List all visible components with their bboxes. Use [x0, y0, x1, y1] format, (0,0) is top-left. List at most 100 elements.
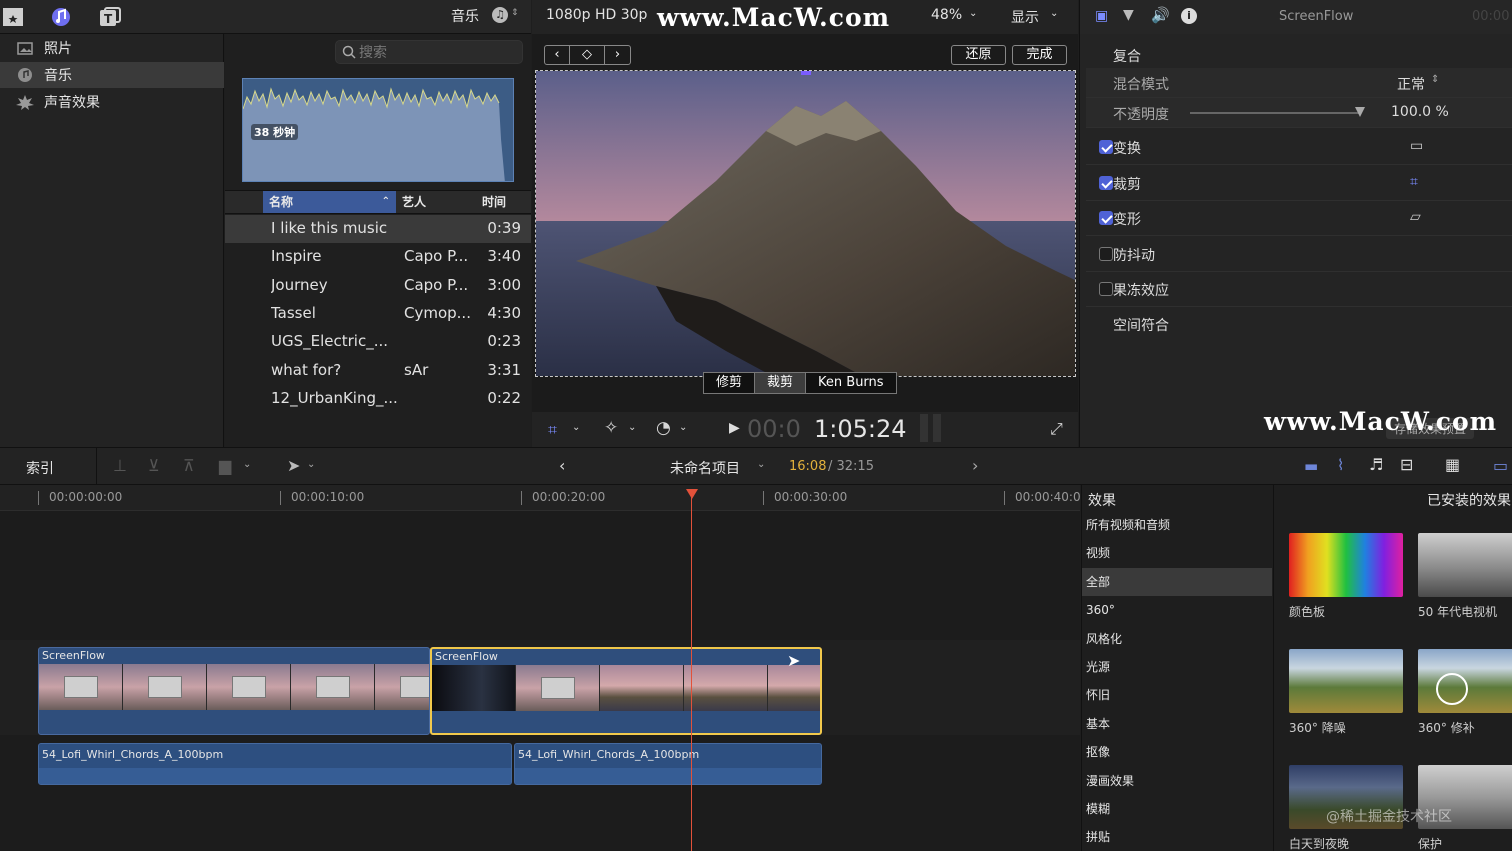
effect-category[interactable]: 光源: [1082, 653, 1272, 681]
insert-clip-icon[interactable]: ⊻: [148, 456, 160, 475]
inspector-section[interactable]: 防抖动: [1086, 237, 1512, 272]
prev-keyframe-button[interactable]: ‹: [545, 46, 570, 64]
inspector-section[interactable]: 变形 ▱: [1086, 201, 1512, 236]
magic-wand-icon[interactable]: ✧: [604, 418, 618, 438]
effect-category[interactable]: 360°: [1082, 596, 1272, 624]
info-icon[interactable]: i: [1181, 8, 1197, 24]
inspector-section[interactable]: 果冻效应: [1086, 272, 1512, 307]
section-checkbox[interactable]: [1099, 175, 1113, 190]
inspector-section[interactable]: 裁剪 ⌗: [1086, 166, 1512, 201]
spatial-conform-section[interactable]: 空间符合: [1086, 307, 1512, 341]
opacity-value[interactable]: 100.0 %: [1391, 104, 1449, 120]
search-field[interactable]: 搜索: [335, 40, 523, 64]
distort-icon[interactable]: ▱: [1410, 209, 1421, 225]
library-item-music[interactable]: 音乐: [0, 62, 224, 88]
column-time[interactable]: 时间: [476, 191, 531, 213]
waveform-preview[interactable]: 38 秒钟: [242, 78, 514, 182]
music-note-icon[interactable]: ♫: [492, 7, 508, 23]
opacity-slider-knob[interactable]: [1355, 107, 1365, 117]
crop-handle-top[interactable]: [801, 71, 811, 75]
audio-clip[interactable]: 54_Lofi_Whirl_Chords_A_100bpm: [38, 743, 512, 785]
clapper-star-icon[interactable]: [1, 5, 25, 29]
table-row[interactable]: Journey Capo P... 3:00: [225, 272, 531, 300]
clip-appearance-icon[interactable]: ⊟: [1400, 455, 1413, 474]
revert-button[interactable]: 还原: [951, 45, 1006, 65]
zoom-level[interactable]: 48%: [931, 7, 962, 23]
playhead-marker[interactable]: [686, 489, 698, 499]
section-checkbox[interactable]: [1099, 211, 1113, 225]
track-name: what for?: [271, 360, 342, 379]
effect-thumbnail[interactable]: [1289, 649, 1403, 713]
back-arrow-icon[interactable]: ‹: [559, 456, 565, 475]
filmstrip-icon[interactable]: ▦: [1445, 455, 1460, 474]
effect-category[interactable]: 基本: [1082, 710, 1272, 738]
color-inspector-icon[interactable]: ▼: [1123, 7, 1134, 23]
table-row[interactable]: I like this music 0:39: [225, 215, 531, 243]
playhead[interactable]: [691, 489, 692, 851]
done-button[interactable]: 完成: [1012, 45, 1067, 65]
display-menu[interactable]: 显示: [1011, 7, 1039, 27]
effect-category[interactable]: 视频: [1082, 539, 1272, 567]
index-button[interactable]: 索引: [26, 458, 54, 478]
effect-thumbnail[interactable]: [1418, 649, 1512, 713]
table-row[interactable]: what for? sAr 3:31: [225, 357, 531, 385]
section-checkbox[interactable]: [1099, 140, 1113, 154]
section-checkbox[interactable]: [1099, 282, 1113, 296]
opacity-slider[interactable]: [1190, 107, 1365, 117]
audio-waveform-icon[interactable]: ⌇: [1337, 456, 1344, 474]
play-button[interactable]: ▶: [729, 420, 740, 436]
table-row[interactable]: 12_UrbanKing_... 0:22: [225, 385, 531, 413]
fullscreen-icon[interactable]: ⤢: [1050, 419, 1063, 439]
chevron-down-icon: ⌄: [243, 459, 252, 470]
timeline-ruler[interactable]: 00:00:00:00 00:00:10:00 00:00:20:00 00:00:3…: [0, 485, 1081, 511]
transform-icon[interactable]: ▭: [1410, 138, 1423, 154]
column-artist[interactable]: 艺人: [396, 191, 476, 213]
effect-category[interactable]: 怀旧: [1082, 681, 1272, 709]
effect-category[interactable]: 拼贴: [1082, 823, 1272, 851]
section-checkbox[interactable]: [1099, 246, 1113, 261]
table-row[interactable]: Inspire Capo P... 3:40: [225, 243, 531, 271]
effect-category[interactable]: 抠像: [1082, 738, 1272, 766]
tab-trim[interactable]: 修剪: [704, 373, 756, 393]
headphones-icon[interactable]: ♬: [1369, 455, 1383, 474]
video-clip-selected[interactable]: ScreenFlow: [430, 647, 822, 735]
column-name[interactable]: 名称 ⌃: [263, 191, 396, 213]
table-row[interactable]: UGS_Electric_... 0:23: [225, 328, 531, 356]
audio-clip[interactable]: 54_Lofi_Whirl_Chords_A_100bpm: [514, 743, 822, 785]
project-name[interactable]: 未命名项目: [670, 458, 740, 478]
forward-arrow-icon[interactable]: ›: [972, 456, 978, 475]
effect-thumbnail[interactable]: [1418, 533, 1512, 597]
effect-thumbnail[interactable]: [1289, 533, 1403, 597]
viewer-image[interactable]: [535, 70, 1076, 377]
effect-category[interactable]: 风格化: [1082, 625, 1272, 653]
crop-tool-icon[interactable]: ⌗: [548, 420, 557, 440]
inspector-section[interactable]: 变换 ▭: [1086, 130, 1512, 165]
crop-icon[interactable]: ⌗: [1410, 174, 1418, 190]
library-item-sound-effects[interactable]: 声音效果: [0, 89, 224, 115]
titles-icon[interactable]: T: [98, 5, 122, 29]
effects-browser-icon[interactable]: ▭: [1493, 456, 1508, 475]
tab-ken-burns[interactable]: Ken Burns: [806, 373, 896, 393]
updown-icon[interactable]: ⇕: [511, 8, 519, 18]
append-clip-icon[interactable]: ⊼: [183, 456, 195, 475]
effect-category[interactable]: 漫画效果: [1082, 767, 1272, 795]
video-clip[interactable]: ScreenFlow: [38, 647, 430, 735]
table-row[interactable]: Tassel Cymop... 4:30: [225, 300, 531, 328]
select-tool-icon[interactable]: ➤: [287, 456, 300, 475]
effect-category[interactable]: 所有视频和音频: [1082, 511, 1272, 539]
library-item-photos[interactable]: 照片: [0, 35, 224, 61]
next-keyframe-button[interactable]: ›: [605, 46, 630, 64]
overwrite-clip-icon[interactable]: ▆: [219, 456, 231, 475]
tab-crop[interactable]: 裁剪: [755, 373, 807, 393]
add-keyframe-button[interactable]: ◇: [570, 46, 605, 64]
composite-section[interactable]: 复合: [1086, 38, 1512, 72]
video-inspector-icon[interactable]: ▣: [1095, 8, 1108, 24]
effect-category[interactable]: 全部: [1082, 567, 1272, 596]
speed-gauge-icon[interactable]: ◔: [656, 418, 671, 438]
music-photo-icon[interactable]: [49, 5, 73, 29]
connect-clip-icon[interactable]: ⊥: [113, 456, 127, 475]
audio-inspector-icon[interactable]: 🔊: [1151, 6, 1170, 24]
effect-category[interactable]: 模糊: [1082, 795, 1272, 823]
video-only-icon[interactable]: ▬: [1304, 457, 1318, 475]
blend-mode-value[interactable]: 正常: [1397, 74, 1425, 94]
